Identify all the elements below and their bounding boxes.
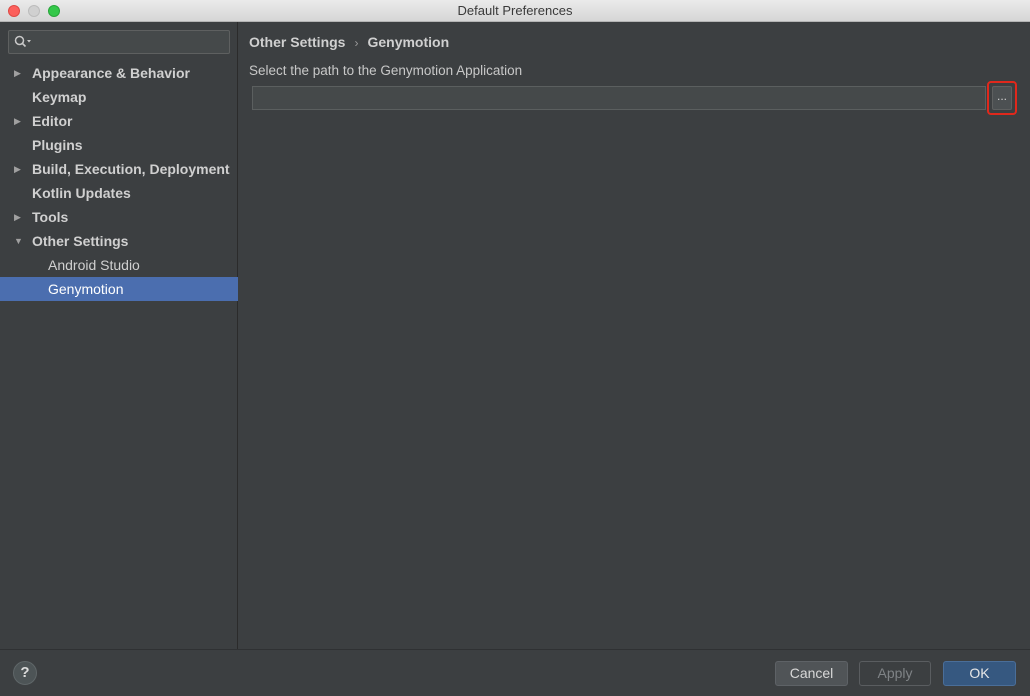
- sidebar-item-keymap[interactable]: Keymap: [0, 85, 238, 109]
- breadcrumb: Other Settings › Genymotion: [249, 34, 449, 50]
- window-title: Default Preferences: [457, 3, 573, 18]
- cancel-button[interactable]: Cancel: [775, 661, 848, 686]
- settings-search-field[interactable]: [8, 30, 230, 54]
- apply-button[interactable]: Apply: [859, 661, 931, 686]
- ok-button[interactable]: OK: [943, 661, 1016, 686]
- settings-content-panel: Other Settings › Genymotion Select the pat…: [239, 22, 1030, 649]
- expand-arrow-icon[interactable]: ▶: [14, 61, 24, 85]
- genymotion-path-input[interactable]: [252, 86, 986, 110]
- sidebar-item-label: Appearance & Behavior: [32, 65, 190, 81]
- sidebar-item-label: Android Studio: [48, 257, 140, 273]
- browse-button[interactable]: ...: [992, 86, 1012, 110]
- settings-tree: ▶ Appearance & Behavior Keymap ▶ Editor …: [0, 61, 238, 301]
- sidebar-item-editor[interactable]: ▶ Editor: [0, 109, 238, 133]
- path-field-label: Select the path to the Genymotion Applic…: [249, 63, 523, 78]
- expand-arrow-icon[interactable]: ▶: [14, 109, 24, 133]
- sidebar-item-label: Tools: [32, 209, 69, 225]
- sidebar-item-appearance-behavior[interactable]: ▶ Appearance & Behavior: [0, 61, 238, 85]
- expand-arrow-icon[interactable]: ▶: [14, 205, 24, 229]
- sidebar-item-label: Kotlin Updates: [32, 185, 131, 201]
- breadcrumb-parent: Other Settings: [249, 34, 346, 50]
- sidebar-item-other-settings[interactable]: ▼ Other Settings: [0, 229, 238, 253]
- sidebar-item-kotlin-updates[interactable]: Kotlin Updates: [0, 181, 238, 205]
- sidebar-item-plugins[interactable]: Plugins: [0, 133, 238, 157]
- settings-sidebar: ▶ Appearance & Behavior Keymap ▶ Editor …: [0, 22, 238, 649]
- expand-arrow-icon[interactable]: ▶: [14, 157, 24, 181]
- dialog-button-bar: ? Cancel Apply OK: [0, 649, 1030, 696]
- breadcrumb-separator: ›: [354, 36, 359, 50]
- sidebar-item-build-execution-deployment[interactable]: ▶ Build, Execution, Deployment: [0, 157, 238, 181]
- search-icon[interactable]: [14, 35, 34, 49]
- sidebar-item-label: Editor: [32, 113, 73, 129]
- breadcrumb-current: Genymotion: [367, 34, 450, 50]
- sidebar-item-android-studio[interactable]: Android Studio: [0, 253, 238, 277]
- sidebar-item-tools[interactable]: ▶ Tools: [0, 205, 238, 229]
- sidebar-item-label: Keymap: [32, 89, 87, 105]
- sidebar-item-label: Plugins: [32, 137, 83, 153]
- help-button[interactable]: ?: [13, 661, 37, 685]
- browse-button-highlight[interactable]: ...: [987, 81, 1017, 115]
- sidebar-item-label: Genymotion: [48, 281, 124, 297]
- collapse-arrow-icon[interactable]: ▼: [14, 229, 24, 253]
- sidebar-item-genymotion[interactable]: Genymotion: [0, 277, 238, 301]
- sidebar-item-label: Build, Execution, Deployment: [32, 161, 230, 177]
- sidebar-item-label: Other Settings: [32, 233, 129, 249]
- title-bar: Default Preferences: [0, 0, 1030, 22]
